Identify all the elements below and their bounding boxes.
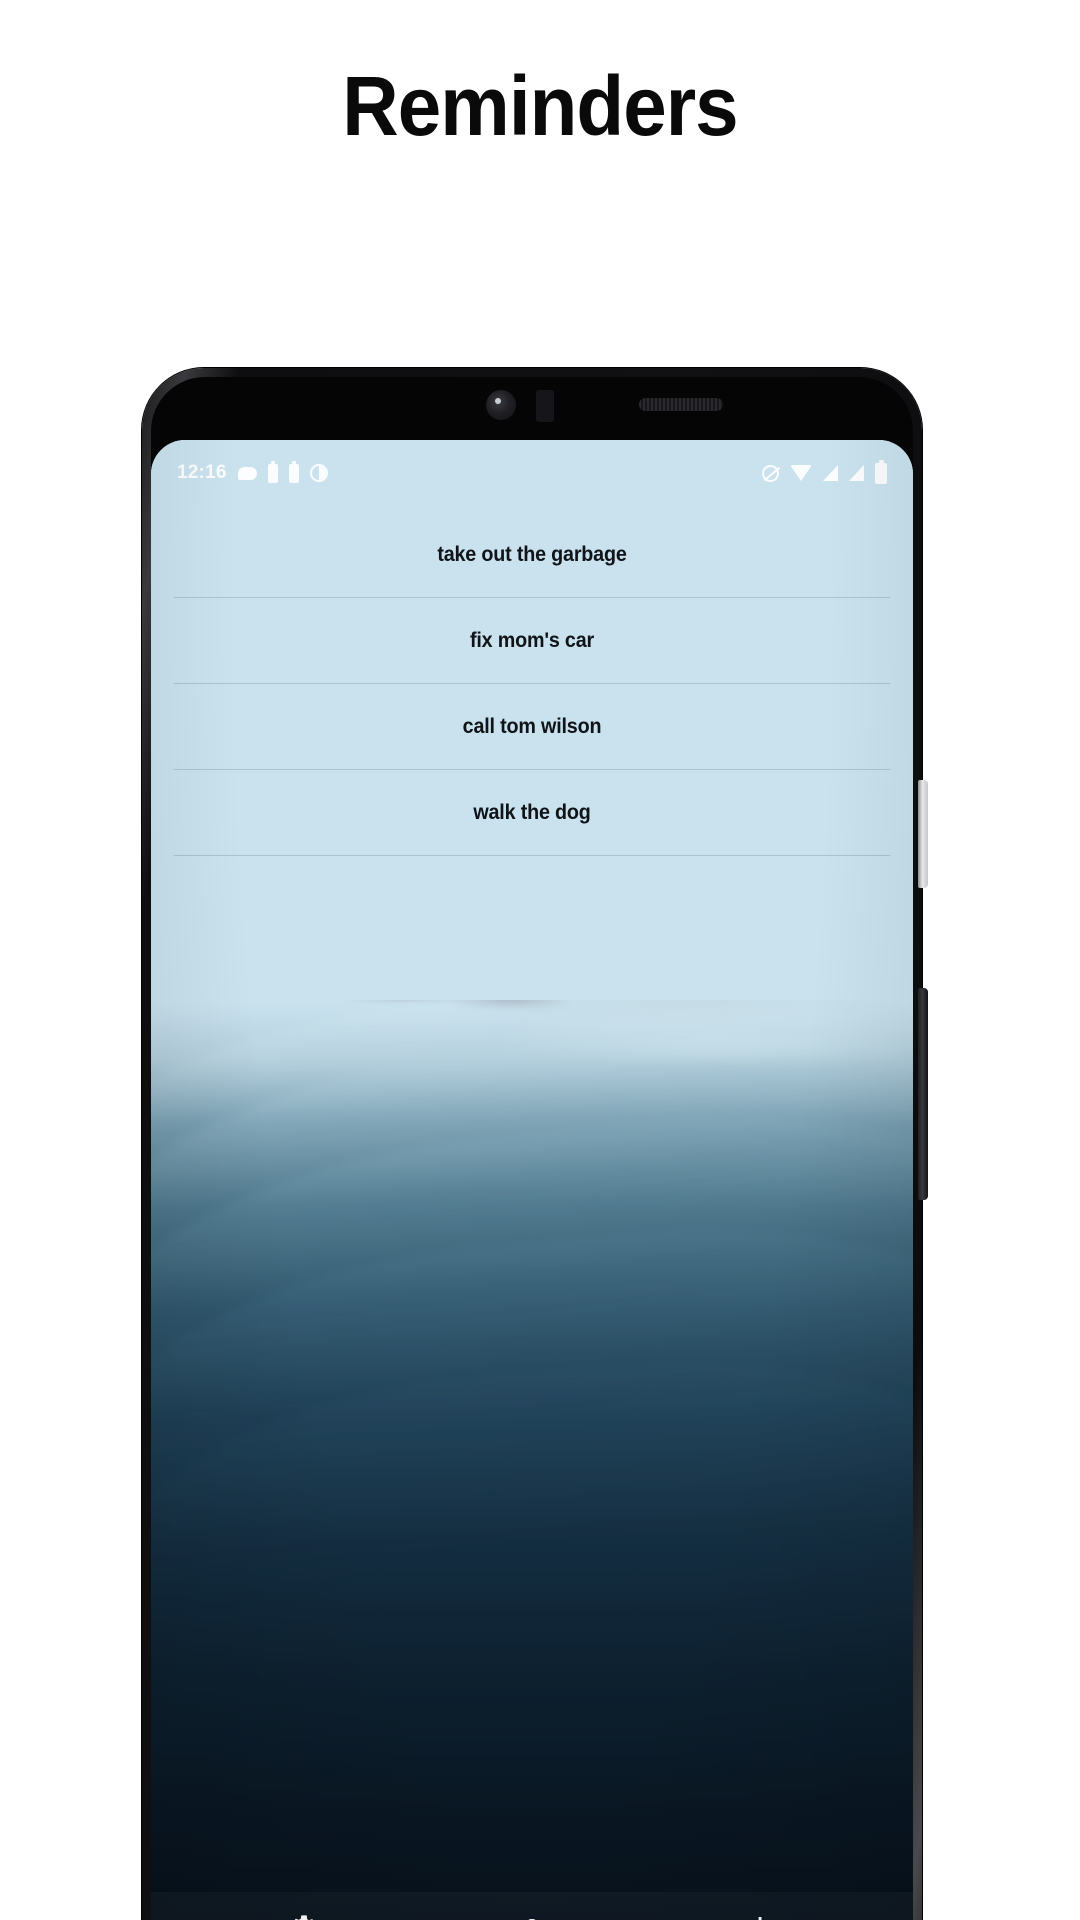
status-time: 12:16	[177, 462, 227, 483]
wallpaper-wave-5	[151, 1335, 913, 1665]
proximity-sensor-icon	[536, 390, 554, 422]
brightness-half-icon	[309, 464, 328, 482]
camera-glint	[495, 398, 501, 404]
settings-gear-button[interactable]	[244, 1913, 364, 1920]
status-bar: 12:16	[151, 456, 913, 490]
reminder-item[interactable]: call tom wilson	[173, 684, 891, 770]
reminder-item[interactable]: take out the garbage	[173, 512, 891, 598]
earpiece-speaker	[639, 398, 723, 411]
alarm-off-icon	[762, 464, 779, 482]
reminder-item[interactable]: fix mom's car	[173, 598, 891, 684]
volume-rocker-button[interactable]	[918, 988, 928, 1200]
reminders-list: take out the garbage fix mom's car call …	[151, 512, 913, 856]
battery-icon	[875, 459, 887, 484]
phone-screen: 12:16 take out the garbage fix mom's car…	[151, 440, 913, 1920]
screenshot-root: Reminders 12:16 take out the garbage fix…	[0, 0, 1080, 1920]
next-page-button[interactable]: ▸	[588, 1914, 700, 1920]
status-bar-left: 12:16	[177, 460, 328, 484]
front-camera-icon	[486, 390, 516, 420]
status-bar-right	[762, 459, 887, 484]
add-reminder-button[interactable]: +	[700, 1907, 820, 1920]
page-title: Reminders	[342, 59, 738, 153]
reminder-item[interactable]: walk the dog	[173, 770, 891, 856]
wallpaper-wave-3	[151, 1078, 913, 1392]
chat-icon	[237, 466, 257, 480]
widget-toolbar: ◂ 3 ▸ +	[151, 1892, 913, 1920]
signal-icon-2	[849, 465, 864, 481]
phone-device: 12:16 take out the garbage fix mom's car…	[142, 368, 928, 1920]
power-button[interactable]	[918, 780, 928, 888]
battery-small-icon	[267, 460, 278, 483]
signal-icon	[823, 465, 838, 481]
previous-page-button[interactable]: ◂	[364, 1914, 476, 1920]
gear-icon	[294, 1915, 313, 1920]
wallpaper-wave-4	[151, 1197, 913, 1513]
page-count-label: 3	[476, 1914, 588, 1920]
battery-small-icon-2	[288, 460, 299, 483]
wifi-icon	[790, 465, 812, 481]
